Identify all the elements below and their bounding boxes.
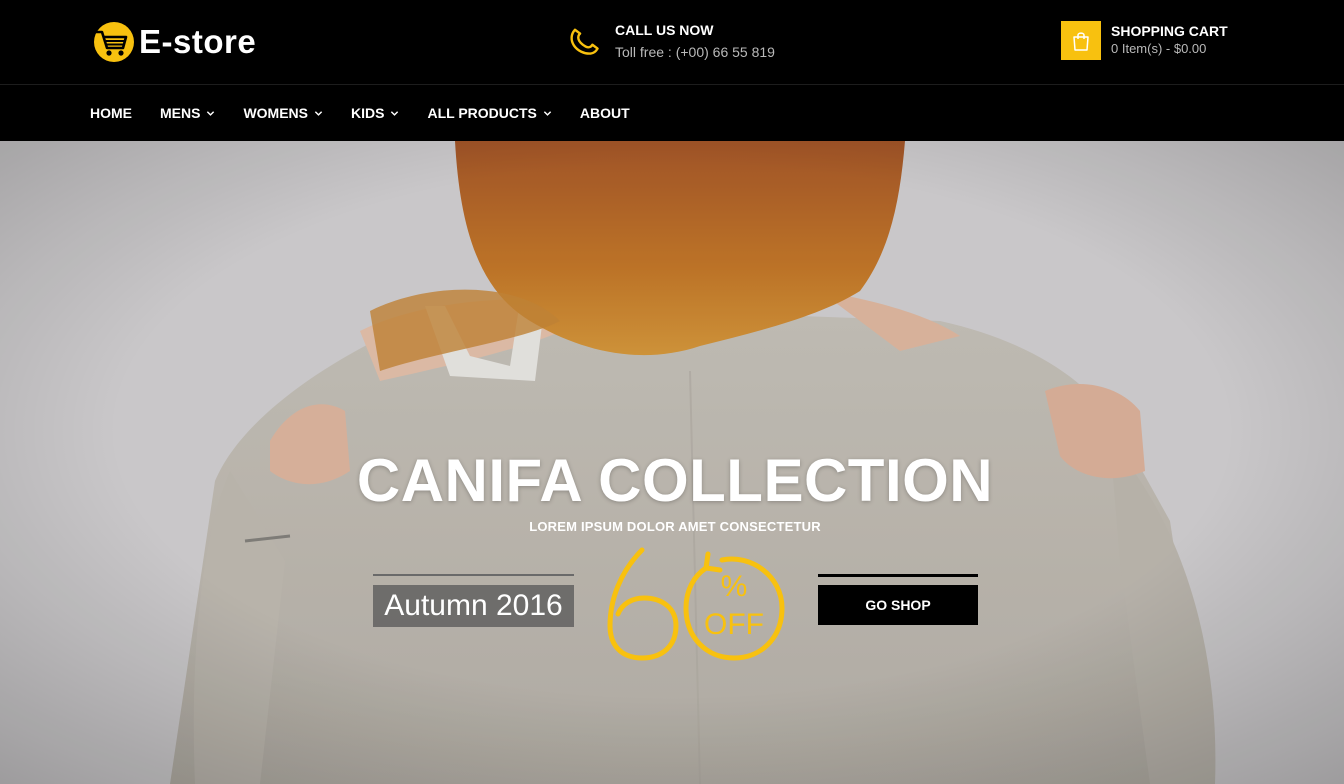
divider (373, 574, 574, 576)
season-label: Autumn 2016 (373, 585, 574, 627)
hero-banner: CANIFA COLLECTION LOREM IPSUM DOLOR AMET… (0, 141, 1344, 784)
go-shop-button[interactable]: GO SHOP (818, 585, 978, 625)
shopping-cart-icon (90, 20, 136, 64)
contact-title: CALL US NOW (615, 22, 714, 38)
nav-item-label: HOME (90, 105, 132, 121)
contact-block: CALL US NOW Toll free : (+00) 66 55 819 (568, 20, 775, 64)
phone-icon (568, 20, 606, 58)
nav-item-label: KIDS (351, 105, 385, 121)
hero-subtitle: LOREM IPSUM DOLOR AMET CONSECTETUR (529, 519, 821, 534)
brand-name: E-store (139, 23, 257, 60)
discount-off: OFF (704, 608, 764, 641)
chevron-down-icon (314, 110, 323, 116)
nav-item-womens[interactable]: WOMENS (243, 105, 323, 121)
shopping-bag-icon (1061, 21, 1101, 60)
chevron-down-icon (543, 110, 552, 116)
discount-digit-six (607, 547, 679, 661)
discount-percent: % (721, 570, 748, 603)
cart-title: SHOPPING CART (1111, 23, 1228, 39)
main-nav: HOME MENS WOMENS KIDS ALL PRODUCTS ABOUT (0, 85, 1344, 141)
brand-logo[interactable]: E-store (90, 20, 256, 64)
cart-summary: 0 Item(s) - $0.00 (1111, 41, 1207, 56)
shopping-cart-link[interactable]: SHOPPING CART 0 Item(s) - $0.00 (1061, 21, 1228, 60)
site-header: E-store CALL US NOW Toll free : (+00) 66… (0, 0, 1344, 85)
hero-title: CANIFA COLLECTION (356, 447, 994, 514)
nav-item-label: MENS (160, 105, 201, 121)
chevron-down-icon (207, 110, 215, 116)
chevron-down-icon (391, 110, 399, 116)
season-badge: Autumn 2016 (373, 574, 574, 627)
nav-item-about[interactable]: ABOUT (580, 105, 630, 121)
nav-item-home[interactable]: HOME (90, 105, 132, 121)
discount-graphic: % OFF (607, 547, 785, 661)
nav-item-all-products[interactable]: ALL PRODUCTS (427, 105, 552, 121)
nav-item-label: ALL PRODUCTS (427, 105, 537, 121)
contact-phone: Toll free : (+00) 66 55 819 (615, 44, 775, 60)
nav-item-label: WOMENS (243, 105, 309, 121)
nav-item-label: ABOUT (579, 105, 630, 121)
nav-list: HOME MENS WOMENS KIDS ALL PRODUCTS ABOUT (90, 85, 658, 141)
nav-item-mens[interactable]: MENS (160, 105, 215, 121)
divider (818, 574, 978, 577)
nav-item-kids[interactable]: KIDS (351, 105, 399, 121)
